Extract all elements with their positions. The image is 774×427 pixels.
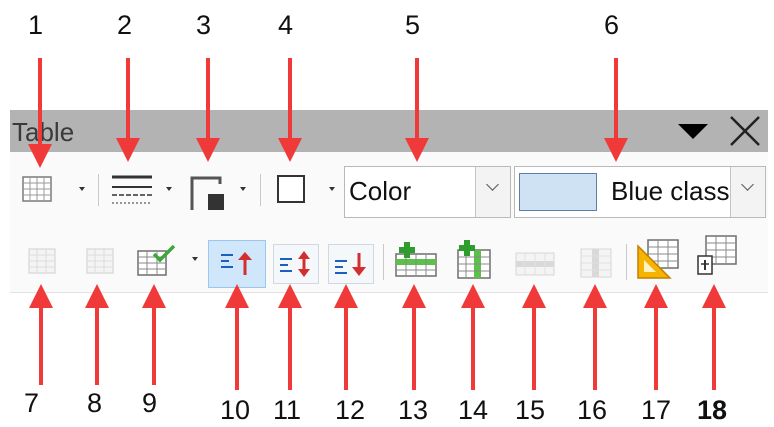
down-arrows xyxy=(28,58,628,168)
callout-arrows xyxy=(28,58,726,390)
up-arrows xyxy=(29,284,726,390)
